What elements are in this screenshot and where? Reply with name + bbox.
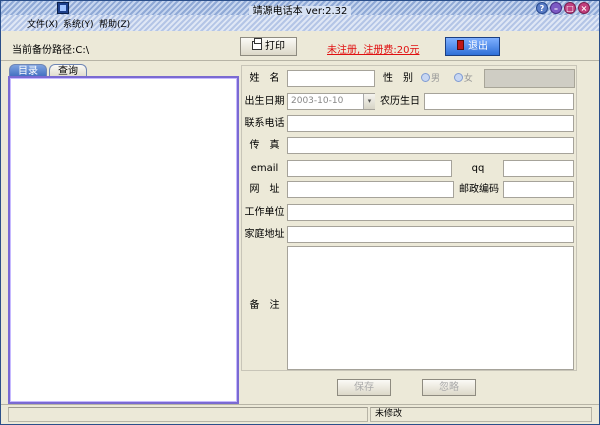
gender-female-radio[interactable] [453, 73, 463, 82]
email-label: email [250, 163, 279, 174]
zip-input[interactable] [503, 181, 574, 198]
minimize-icon[interactable]: – [550, 2, 562, 14]
lunar-birthday-input[interactable] [424, 93, 574, 110]
fax-label: 传 真 [249, 140, 280, 151]
phone-label: 联系电话 [244, 118, 285, 129]
backup-path-label: 当前备份路径:C:\ [12, 45, 90, 56]
photo-box [484, 69, 575, 88]
work-input[interactable] [287, 204, 574, 221]
printer-icon [252, 38, 262, 50]
app-window: 靖源电话本 ver:2.32 ? – □ × 文件(X) 系统(Y) 帮助(Z)… [0, 0, 600, 425]
qq-input[interactable] [503, 160, 574, 177]
status-bar: 未修改 [1, 404, 599, 424]
home-input[interactable] [287, 226, 574, 243]
ignore-button[interactable]: 忽略 [422, 379, 476, 396]
menu-bar: 文件(X) 系统(Y) 帮助(Z) [1, 15, 599, 31]
notes-textarea[interactable] [287, 246, 574, 370]
zip-label: 邮政编码 [459, 184, 499, 195]
name-input[interactable] [287, 70, 375, 87]
exit-button[interactable]: 退出 [445, 37, 500, 56]
menu-system[interactable]: 系统(Y) [63, 17, 94, 30]
home-label: 家庭地址 [244, 229, 285, 240]
qq-label: qq [471, 163, 485, 174]
menu-file[interactable]: 文件(X) [27, 17, 58, 30]
work-label: 工作单位 [244, 207, 285, 218]
close-icon[interactable]: × [578, 2, 590, 14]
birthday-label: 出生日期 [244, 96, 285, 107]
gender-male-radio[interactable] [421, 73, 430, 82]
modified-status: 未修改 [370, 407, 592, 422]
gender-label: 性 别 [383, 73, 413, 84]
chevron-down-icon[interactable]: ▾ [363, 94, 375, 109]
exit-icon [457, 40, 464, 50]
exit-label: 退出 [468, 41, 488, 52]
menu-help[interactable]: 帮助(Z) [99, 17, 130, 30]
help-icon[interactable]: ? [536, 2, 548, 14]
gender-female-label: 女 [463, 74, 473, 84]
gender-options: 男 女 [421, 71, 473, 88]
website-input[interactable] [287, 181, 454, 198]
save-button[interactable]: 保存 [337, 379, 391, 396]
title-bar[interactable]: 靖源电话本 ver:2.32 ? – □ × [1, 1, 599, 17]
contact-list-panel[interactable] [8, 76, 239, 404]
status-cell-left [8, 407, 368, 422]
website-label: 网 址 [249, 184, 280, 195]
name-label: 姓 名 [249, 73, 280, 84]
print-button[interactable]: 打印 [240, 37, 297, 56]
maximize-icon[interactable]: □ [564, 2, 576, 14]
print-label: 打印 [265, 41, 285, 52]
birthday-input[interactable]: 2003-10-10 [287, 93, 375, 110]
email-input[interactable] [287, 160, 452, 177]
fax-input[interactable] [287, 137, 574, 154]
register-link[interactable]: 未注册, 注册费:20元 [327, 41, 419, 56]
toolbar: 当前备份路径:C:\ 打印 未注册, 注册费:20元 退出 [1, 31, 599, 61]
phone-input[interactable] [287, 115, 574, 132]
lunar-birthday-label: 农历生日 [380, 96, 420, 107]
gender-male-label: 男 [431, 74, 441, 84]
notes-label: 备 注 [249, 300, 280, 311]
